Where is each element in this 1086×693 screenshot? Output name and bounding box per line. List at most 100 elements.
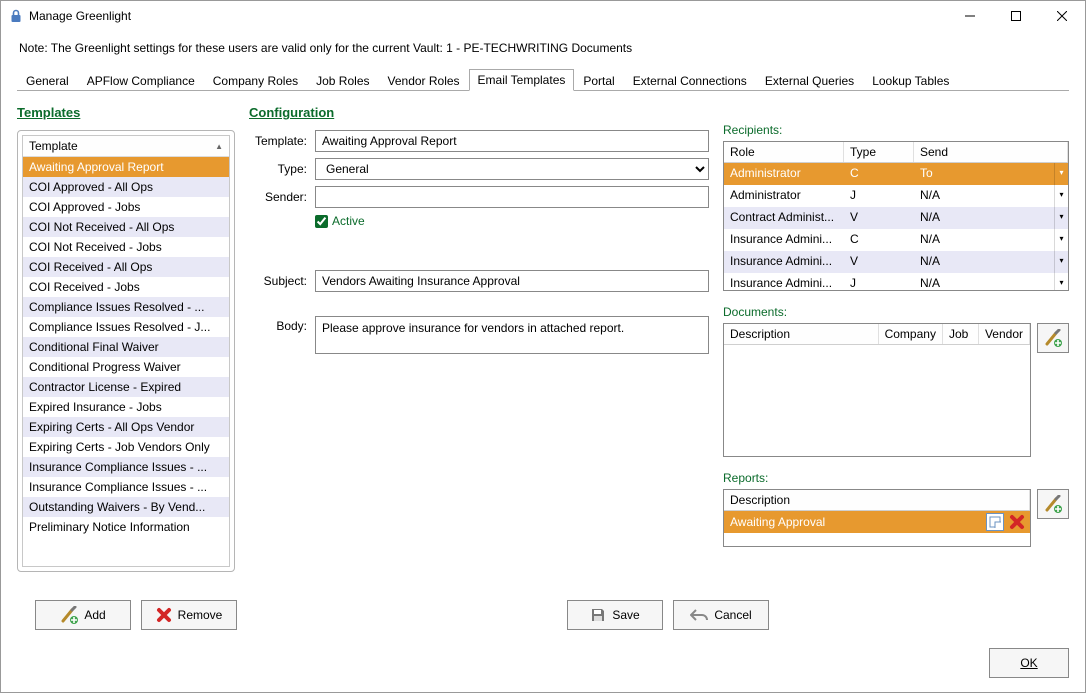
documents-label: Documents: [723,305,1069,319]
recipients-row-dropdown[interactable]: ▾ [1054,185,1068,207]
ok-button[interactable]: OK [989,648,1069,678]
template-list-item[interactable]: COI Approved - Jobs [23,197,229,217]
tab-email-templates[interactable]: Email Templates [469,69,575,91]
report-delete-icon[interactable] [1008,513,1026,531]
template-list-item[interactable]: COI Approved - All Ops [23,177,229,197]
template-list-item[interactable]: Awaiting Approval Report [23,157,229,177]
remove-button[interactable]: Remove [141,600,237,630]
reports-col-description[interactable]: Description [724,490,1030,510]
recipients-col-role[interactable]: Role [724,142,844,162]
recipients-row[interactable]: AdministratorJN/A▾ [724,185,1068,207]
documents-col-vendor[interactable]: Vendor [979,324,1030,344]
tab-portal[interactable]: Portal [574,70,623,91]
report-row[interactable]: Awaiting Approval [724,511,1030,533]
pencil-plus-icon [60,606,78,624]
report-name: Awaiting Approval [730,515,986,529]
save-button[interactable]: Save [567,600,663,630]
template-list-item[interactable]: Insurance Compliance Issues - ... [23,477,229,497]
type-select[interactable]: General [315,158,709,180]
tab-lookup-tables[interactable]: Lookup Tables [863,70,958,91]
tab-company-roles[interactable]: Company Roles [204,70,307,91]
cancel-button-label: Cancel [714,608,751,622]
window-close-button[interactable] [1039,1,1085,31]
recipients-cell-type: V [844,251,914,273]
template-list-item[interactable]: Insurance Compliance Issues - ... [23,457,229,477]
recipients-cell-role: Contract Administ... [724,207,844,229]
report-open-icon[interactable] [986,513,1004,531]
body-textarea[interactable] [315,316,709,354]
recipients-cell-type: J [844,273,914,290]
templates-listbox: Template ▲ Awaiting Approval ReportCOI A… [17,130,235,572]
recipients-col-type[interactable]: Type [844,142,914,162]
documents-col-job[interactable]: Job [943,324,979,344]
sort-asc-icon: ▲ [215,142,223,151]
template-list-item[interactable]: Contractor License - Expired [23,377,229,397]
app-lock-icon [9,8,23,24]
tab-apflow-compliance[interactable]: APFlow Compliance [78,70,204,91]
recipients-cell-role: Insurance Admini... [724,229,844,251]
documents-add-button[interactable] [1037,323,1069,353]
window-maximize-button[interactable] [993,1,1039,31]
active-checkbox[interactable] [315,215,328,228]
template-list-item[interactable]: Compliance Issues Resolved - ... [23,297,229,317]
sender-input[interactable] [315,186,709,208]
template-list-item[interactable]: Expired Insurance - Jobs [23,397,229,417]
tab-external-connections[interactable]: External Connections [624,70,756,91]
template-list-item[interactable]: Expiring Certs - All Ops Vendor [23,417,229,437]
recipients-col-send[interactable]: Send [914,142,1068,162]
recipients-row-dropdown[interactable]: ▾ [1054,229,1068,251]
recipients-row-dropdown[interactable]: ▾ [1054,273,1068,290]
template-list-item[interactable]: Compliance Issues Resolved - J... [23,317,229,337]
recipients-cell-send: N/A [914,251,1054,273]
template-list-item[interactable]: Conditional Final Waiver [23,337,229,357]
add-button[interactable]: Add [35,600,131,630]
template-list-item[interactable]: COI Received - All Ops [23,257,229,277]
add-button-label: Add [84,608,105,622]
template-list-item[interactable]: Expiring Certs - Job Vendors Only [23,437,229,457]
remove-button-label: Remove [178,608,223,622]
templates-list[interactable]: Template ▲ Awaiting Approval ReportCOI A… [22,135,230,567]
window-minimize-button[interactable] [947,1,993,31]
subject-label: Subject: [249,274,315,288]
active-label: Active [332,214,365,228]
recipients-cell-role: Insurance Admini... [724,273,844,290]
template-list-item[interactable]: COI Not Received - Jobs [23,237,229,257]
template-list-item[interactable]: COI Received - Jobs [23,277,229,297]
subject-input[interactable] [315,270,709,292]
template-input[interactable] [315,130,709,152]
recipients-row[interactable]: AdministratorCTo▾ [724,163,1068,185]
template-list-item[interactable]: Preliminary Notice Information [23,517,229,537]
tab-vendor-roles[interactable]: Vendor Roles [379,70,469,91]
recipients-row[interactable]: Insurance Admini...CN/A▾ [724,229,1068,251]
recipients-label: Recipients: [723,123,1069,137]
recipients-row[interactable]: Contract Administ...VN/A▾ [724,207,1068,229]
template-list-item[interactable]: Conditional Progress Waiver [23,357,229,377]
documents-col-company[interactable]: Company [879,324,943,344]
recipients-cell-role: Administrator [724,185,844,207]
recipients-cell-role: Administrator [724,163,844,185]
recipients-cell-type: J [844,185,914,207]
body-label: Body: [249,316,315,333]
ok-button-label: OK [1020,656,1037,670]
tab-strip: GeneralAPFlow ComplianceCompany RolesJob… [1,69,1085,91]
recipients-row-dropdown[interactable]: ▾ [1054,207,1068,229]
tab-general[interactable]: General [17,70,78,91]
recipients-cell-send: N/A [914,207,1054,229]
recipients-row[interactable]: Insurance Admini...JN/A▾ [724,273,1068,290]
template-list-item[interactable]: COI Not Received - All Ops [23,217,229,237]
tab-external-queries[interactable]: External Queries [756,70,863,91]
documents-col-description[interactable]: Description [724,324,879,344]
recipients-row-dropdown[interactable]: ▾ [1054,251,1068,273]
template-list-item[interactable]: Outstanding Waivers - By Vend... [23,497,229,517]
reports-add-button[interactable] [1037,489,1069,519]
type-label: Type: [249,162,315,176]
documents-grid: Description Company Job Vendor [723,323,1031,457]
templates-heading: Templates [17,105,235,120]
reports-label: Reports: [723,471,1069,485]
recipients-cell-send: To [914,163,1054,185]
recipients-row-dropdown[interactable]: ▾ [1054,163,1068,185]
cancel-button[interactable]: Cancel [673,600,769,630]
recipients-row[interactable]: Insurance Admini...VN/A▾ [724,251,1068,273]
tab-job-roles[interactable]: Job Roles [307,70,378,91]
templates-column-header[interactable]: Template ▲ [23,136,229,157]
